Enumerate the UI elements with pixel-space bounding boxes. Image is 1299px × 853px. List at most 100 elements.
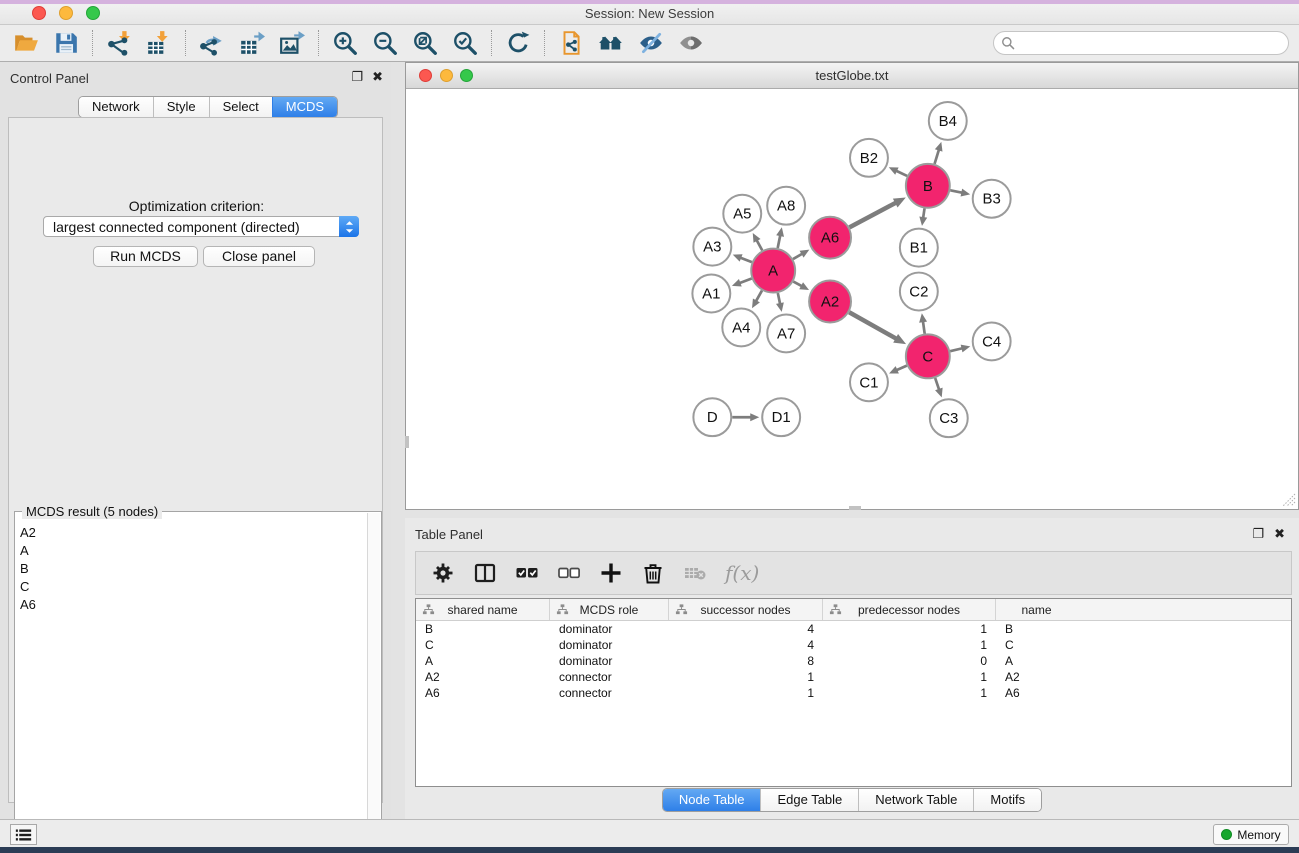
mcds-result-item[interactable]: A2 bbox=[18, 523, 366, 541]
mcds-result-item[interactable]: C bbox=[18, 577, 366, 595]
mcds-result-item[interactable]: A bbox=[18, 541, 366, 559]
column-header-MCDS-role[interactable]: MCDS role bbox=[550, 599, 669, 620]
show-eye-icon[interactable] bbox=[676, 29, 706, 57]
table-cell[interactable]: 1 bbox=[669, 685, 823, 701]
network-canvas[interactable]: B4B2BB3A8A5A6A3B1AA1C2A2A4A7C4CC1DD1C3 bbox=[406, 89, 1298, 509]
column-header-name[interactable]: name bbox=[996, 599, 1077, 620]
table-cell[interactable]: 1 bbox=[823, 669, 996, 685]
table-header-row[interactable]: shared nameMCDS rolesuccessor nodesprede… bbox=[416, 599, 1291, 621]
table-row[interactable]: A2connector11A2 bbox=[416, 669, 1291, 685]
table-cell[interactable]: 1 bbox=[823, 621, 996, 637]
task-history-button[interactable] bbox=[10, 824, 37, 845]
table-cell[interactable]: dominator bbox=[550, 621, 669, 637]
edge-A-A4[interactable] bbox=[755, 291, 762, 303]
mcds-result-list[interactable]: A2ABCA6 bbox=[18, 523, 366, 849]
close-table-panel-icon[interactable]: ✖ bbox=[1274, 526, 1285, 542]
save-session-icon[interactable] bbox=[51, 29, 81, 57]
add-column-icon[interactable] bbox=[597, 559, 625, 587]
table-cell[interactable]: A6 bbox=[416, 685, 550, 701]
deselect-all-icon[interactable] bbox=[555, 559, 583, 587]
tab-mcds[interactable]: MCDS bbox=[272, 97, 337, 117]
table-cell[interactable]: 4 bbox=[669, 637, 823, 653]
zoom-selected-icon[interactable] bbox=[450, 29, 480, 57]
edge-A-A8[interactable] bbox=[778, 234, 781, 248]
table-row[interactable]: Bdominator41B bbox=[416, 621, 1291, 637]
table-cell[interactable]: dominator bbox=[550, 637, 669, 653]
table-cell[interactable]: B bbox=[416, 621, 550, 637]
zoom-out-icon[interactable] bbox=[370, 29, 400, 57]
export-network-icon[interactable] bbox=[197, 29, 227, 57]
table-cell[interactable]: A2 bbox=[996, 669, 1077, 685]
tab-network[interactable]: Network bbox=[79, 97, 153, 117]
column-header-shared-name[interactable]: shared name bbox=[416, 599, 550, 620]
table-cell[interactable]: connector bbox=[550, 669, 669, 685]
table-cell[interactable]: dominator bbox=[550, 653, 669, 669]
edge-A2-C[interactable] bbox=[849, 312, 897, 339]
open-session-icon[interactable] bbox=[11, 29, 41, 57]
memory-button[interactable]: Memory bbox=[1213, 824, 1289, 845]
tab-network-table[interactable]: Network Table bbox=[858, 789, 973, 811]
close-panel-icon[interactable]: ✖ bbox=[372, 69, 383, 85]
float-table-panel-icon[interactable]: ❐ bbox=[1252, 526, 1264, 542]
close-panel-button[interactable]: Close panel bbox=[203, 246, 315, 267]
search-field[interactable] bbox=[993, 31, 1289, 55]
edge-C-C2[interactable] bbox=[923, 320, 925, 333]
delete-column-icon[interactable] bbox=[639, 559, 667, 587]
select-all-icon[interactable] bbox=[513, 559, 541, 587]
table-cell[interactable]: 8 bbox=[669, 653, 823, 669]
import-network-icon[interactable] bbox=[104, 29, 134, 57]
float-panel-icon[interactable]: ❐ bbox=[351, 69, 363, 85]
edge-A-A1[interactable] bbox=[738, 279, 751, 284]
column-header-successor-nodes[interactable]: successor nodes bbox=[669, 599, 823, 620]
optimization-criterion-select[interactable]: largest connected component (directed) bbox=[43, 216, 359, 237]
edge-A-A3[interactable] bbox=[739, 257, 752, 262]
resize-grip-icon[interactable] bbox=[1282, 493, 1296, 507]
frame-resize-handle-left[interactable] bbox=[405, 436, 409, 448]
refresh-layout-icon[interactable] bbox=[503, 29, 533, 57]
column-header-predecessor-nodes[interactable]: predecessor nodes bbox=[823, 599, 996, 620]
search-input[interactable] bbox=[1015, 36, 1288, 51]
table-cell[interactable]: A bbox=[416, 653, 550, 669]
frame-resize-handle-bottom[interactable] bbox=[849, 506, 861, 510]
copy-network-icon[interactable] bbox=[556, 29, 586, 57]
edge-C-C3[interactable] bbox=[935, 378, 939, 391]
table-cell[interactable]: A bbox=[996, 653, 1077, 669]
tab-node-table[interactable]: Node Table bbox=[663, 789, 761, 811]
edge-B-B4[interactable] bbox=[935, 149, 940, 164]
table-cell[interactable]: 4 bbox=[669, 621, 823, 637]
home-icon[interactable] bbox=[596, 29, 626, 57]
edge-C-C4[interactable] bbox=[950, 348, 963, 351]
table-cell[interactable]: B bbox=[996, 621, 1077, 637]
tab-edge-table[interactable]: Edge Table bbox=[760, 789, 858, 811]
network-window-titlebar[interactable]: testGlobe.txt bbox=[406, 63, 1298, 89]
mcds-result-item[interactable]: A6 bbox=[18, 595, 366, 613]
import-table-icon[interactable] bbox=[144, 29, 174, 57]
run-mcds-button[interactable]: Run MCDS bbox=[93, 246, 198, 267]
table-row[interactable]: Adominator80A bbox=[416, 653, 1291, 669]
table-row[interactable]: Cdominator41C bbox=[416, 637, 1291, 653]
table-cell[interactable]: 1 bbox=[823, 685, 996, 701]
settings-gear-icon[interactable] bbox=[429, 559, 457, 587]
result-list-scrollbar[interactable] bbox=[367, 513, 380, 851]
table-cell[interactable]: connector bbox=[550, 685, 669, 701]
table-cell[interactable]: A6 bbox=[996, 685, 1077, 701]
tab-select[interactable]: Select bbox=[209, 97, 272, 117]
tab-style[interactable]: Style bbox=[153, 97, 209, 117]
export-table-icon[interactable] bbox=[237, 29, 267, 57]
zoom-fit-icon[interactable] bbox=[410, 29, 440, 57]
network-graph[interactable]: B4B2BB3A8A5A6A3B1AA1C2A2A4A7C4CC1DD1C3 bbox=[406, 89, 1298, 509]
tab-motifs[interactable]: Motifs bbox=[973, 789, 1041, 811]
table-cell[interactable]: 0 bbox=[823, 653, 996, 669]
table-row[interactable]: A6connector11A6 bbox=[416, 685, 1291, 701]
table-cell[interactable]: 1 bbox=[823, 637, 996, 653]
column-view-icon[interactable] bbox=[471, 559, 499, 587]
export-image-icon[interactable] bbox=[277, 29, 307, 57]
zoom-in-icon[interactable] bbox=[330, 29, 360, 57]
edge-A6-B[interactable] bbox=[849, 202, 897, 227]
mcds-result-item[interactable]: B bbox=[18, 559, 366, 577]
table-cell[interactable]: C bbox=[996, 637, 1077, 653]
hide-eye-icon[interactable] bbox=[636, 29, 666, 57]
table-cell[interactable]: C bbox=[416, 637, 550, 653]
table-cell[interactable]: 1 bbox=[669, 669, 823, 685]
table-cell[interactable]: A2 bbox=[416, 669, 550, 685]
